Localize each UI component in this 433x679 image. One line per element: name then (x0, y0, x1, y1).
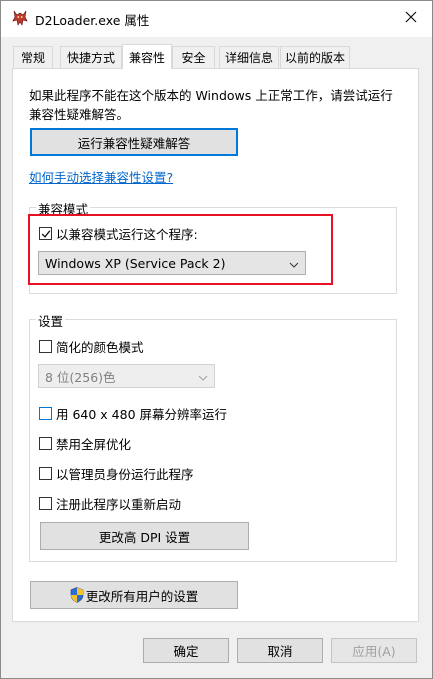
color-mode-select: 8 位(256)色 (38, 364, 215, 388)
checkbox-icon[interactable] (39, 467, 52, 480)
resolution-checkbox[interactable]: 用 640 x 480 屏幕分辨率运行 (39, 404, 227, 423)
checkbox-checked-icon[interactable] (39, 227, 52, 240)
settings-group-title: 设置 (36, 311, 66, 330)
checkbox-icon[interactable] (39, 497, 52, 510)
run-troubleshooter-button[interactable]: 运行兼容性疑难解答 (30, 128, 238, 156)
tab-general[interactable]: 常规 (13, 46, 53, 68)
reduced-color-label: 简化的颜色模式 (56, 340, 144, 355)
ok-button[interactable]: 确定 (143, 638, 229, 663)
change-dpi-button[interactable]: 更改高 DPI 设置 (40, 522, 249, 550)
fullscreen-optimization-label: 禁用全屏优化 (56, 437, 132, 452)
run-as-admin-checkbox[interactable]: 以管理员身份运行此程序 (39, 464, 194, 483)
window-title: D2Loader.exe 属性 (35, 13, 150, 28)
checkbox-icon[interactable] (39, 407, 52, 420)
tab-security[interactable]: 安全 (172, 46, 215, 68)
tab-shortcut[interactable]: 快捷方式 (60, 46, 122, 68)
close-icon (405, 11, 417, 26)
fullscreen-optimization-checkbox[interactable]: 禁用全屏优化 (39, 434, 131, 453)
compat-mode-select[interactable]: Windows XP (Service Pack 2) (38, 251, 306, 275)
compat-mode-checkbox[interactable]: 以兼容模式运行这个程序: (39, 224, 198, 243)
chevron-down-icon (198, 369, 208, 384)
checkbox-icon[interactable] (39, 340, 52, 353)
close-button[interactable] (389, 1, 432, 36)
color-mode-select-value: 8 位(256)色 (45, 369, 116, 385)
chevron-down-icon (289, 256, 299, 271)
tab-previous-versions[interactable]: 以前的版本 (280, 46, 350, 68)
compat-mode-select-value: Windows XP (Service Pack 2) (45, 255, 226, 271)
tab-details[interactable]: 详细信息 (219, 46, 279, 68)
cancel-button[interactable]: 取消 (237, 638, 323, 663)
reduced-color-checkbox[interactable]: 简化的颜色模式 (39, 337, 144, 356)
register-restart-checkbox[interactable]: 注册此程序以重新启动 (39, 494, 181, 513)
tab-compatibility[interactable]: 兼容性 (122, 44, 172, 69)
change-all-users-button[interactable]: 更改所有用户的设置 (30, 581, 238, 609)
uac-shield-icon (70, 587, 84, 603)
run-as-admin-label: 以管理员身份运行此程序 (56, 467, 194, 482)
intro-text: 如果此程序不能在这个版本的 Windows 上正常工作，请尝试运行兼容性疑难解答… (29, 88, 393, 122)
resolution-label: 用 640 x 480 屏幕分辨率运行 (56, 407, 228, 422)
register-restart-label: 注册此程序以重新启动 (56, 497, 182, 512)
apply-button: 应用(A) (331, 638, 417, 663)
devil-app-icon (11, 9, 29, 27)
manual-settings-link[interactable]: 如何手动选择兼容性设置? (29, 167, 173, 186)
compat-mode-checkbox-label: 以兼容模式运行这个程序: (56, 227, 198, 242)
checkbox-icon[interactable] (39, 437, 52, 450)
compat-mode-group-title: 兼容模式 (36, 199, 91, 218)
change-all-users-label: 更改所有用户的设置 (85, 588, 199, 604)
